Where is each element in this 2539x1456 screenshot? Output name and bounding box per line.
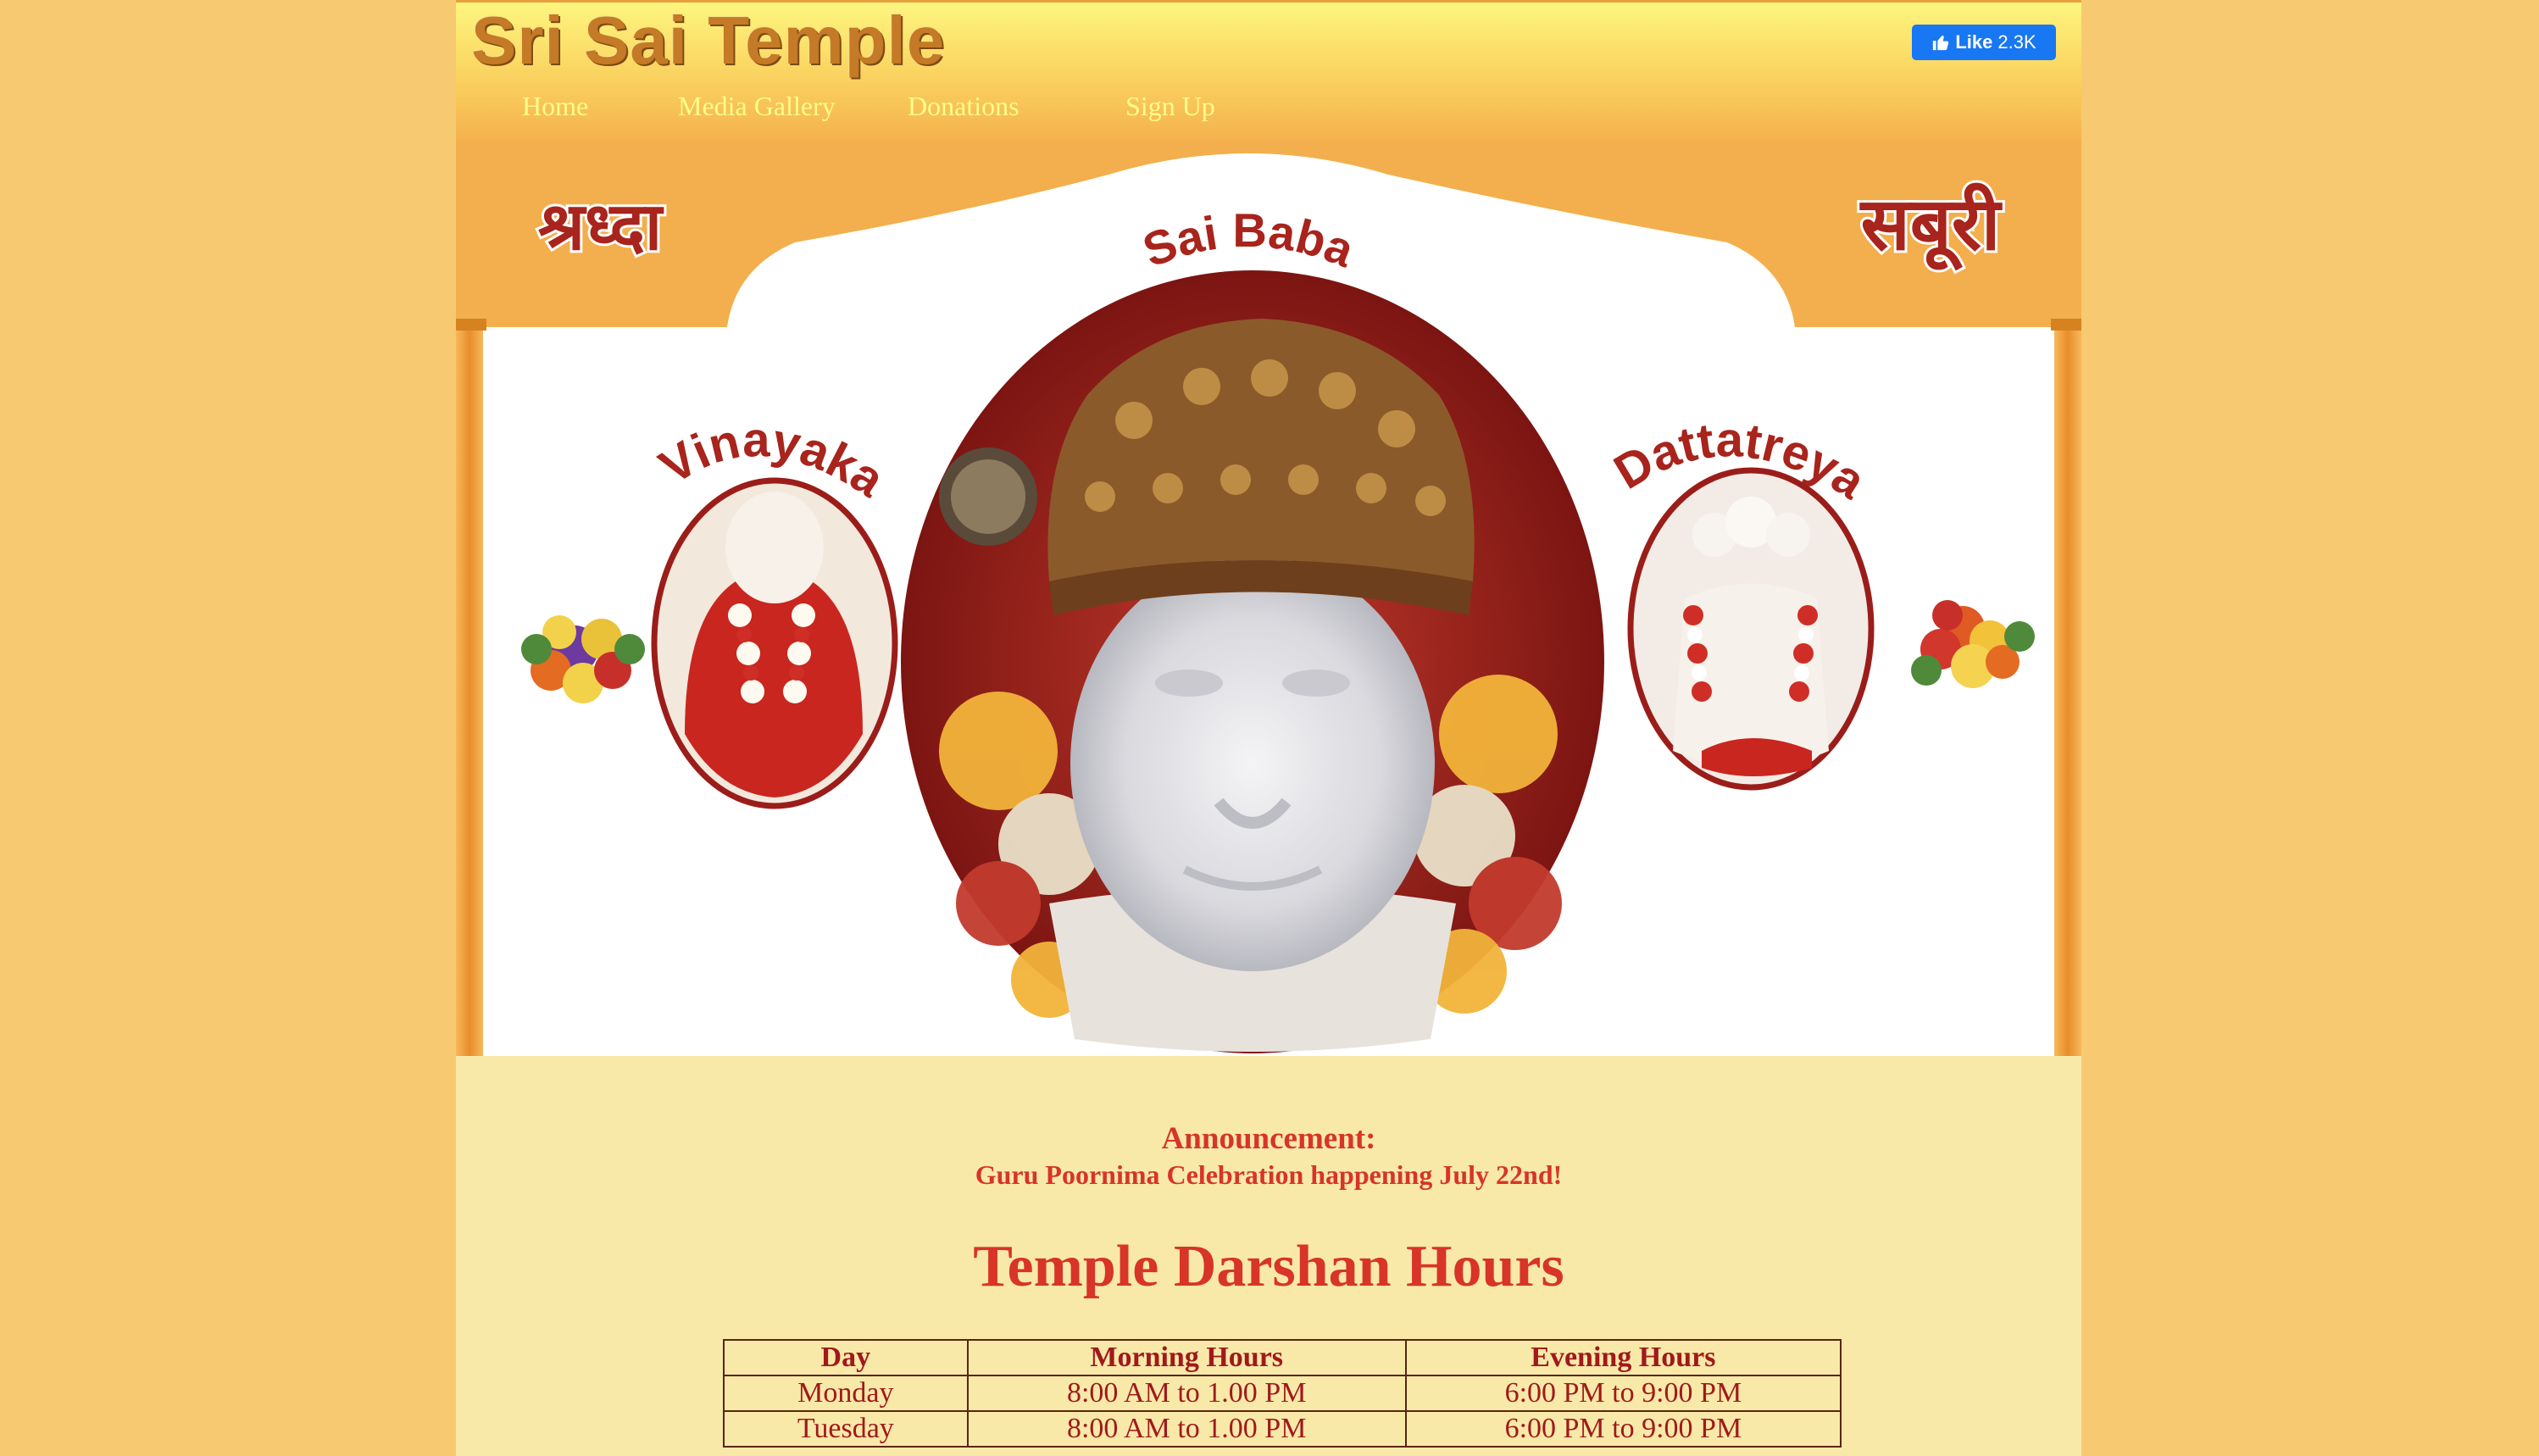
cell-morning: 8:00 AM to 1.00 PM xyxy=(966,1410,1407,1448)
temple-banner: श्रध्दा सबूरी Sai Baba Vinayaka Dattatre… xyxy=(456,141,2081,1056)
banner-word-shraddha: श्रध्दा xyxy=(538,189,664,265)
banner-word-saburi: सबूरी xyxy=(1859,182,2003,271)
announcement-heading: Announcement: xyxy=(1161,1121,1376,1156)
nav-home[interactable]: Home xyxy=(522,84,588,128)
facebook-like-button[interactable]: Like 2.3K xyxy=(1912,25,2056,60)
cell-evening: 6:00 PM to 9:00 PM xyxy=(1404,1375,1842,1412)
darshan-hours-title: Temple Darshan Hours xyxy=(973,1234,1564,1299)
column-header-evening: Evening Hours xyxy=(1404,1339,1842,1376)
nav-donations[interactable]: Donations xyxy=(908,84,1019,128)
site-header: Sri Sai Temple Like 2.3K Home Media Gall… xyxy=(456,0,2081,141)
site-logo[interactable]: Sri Sai Temple xyxy=(471,3,945,79)
announcement-text: Guru Poornima Celebration happening July… xyxy=(975,1159,1563,1190)
table-row: Monday 8:00 AM to 1.00 PM 6:00 PM to 9:0… xyxy=(723,1375,1842,1412)
banner-artwork: श्रध्दा सबूरी Sai Baba Vinayaka Dattatre… xyxy=(456,141,2081,1056)
thumbs-up-icon xyxy=(1933,35,1949,51)
column-header-morning: Morning Hours xyxy=(966,1339,1407,1376)
cell-day: Monday xyxy=(723,1375,969,1412)
nav-media-gallery[interactable]: Media Gallery xyxy=(678,84,836,128)
cell-morning: 8:00 AM to 1.00 PM xyxy=(966,1375,1407,1412)
table-header-row: Day Morning Hours Evening Hours xyxy=(723,1339,1842,1376)
right-pillar xyxy=(2054,327,2081,1056)
facebook-like-label: Like xyxy=(1955,31,1993,53)
vinayaka-image xyxy=(651,477,898,809)
cell-evening: 6:00 PM to 9:00 PM xyxy=(1404,1410,1842,1448)
announcement: Announcement: Guru Poornima Celebration … xyxy=(456,1120,2081,1192)
facebook-like-count: 2.3K xyxy=(1997,31,2036,53)
page-container: Sri Sai Temple Like 2.3K Home Media Gall… xyxy=(456,0,2081,1456)
column-header-day: Day xyxy=(723,1339,969,1376)
sai-baba-image xyxy=(901,270,1604,1053)
nav-sign-up[interactable]: Sign Up xyxy=(1125,84,1215,128)
dattatreya-image xyxy=(1627,467,1875,791)
left-pillar xyxy=(456,327,483,1056)
darshan-hours-table: Day Morning Hours Evening Hours Monday 8… xyxy=(723,1339,1842,1448)
cell-day: Tuesday xyxy=(723,1410,969,1448)
table-row: Tuesday 8:00 AM to 1.00 PM 6:00 PM to 9:… xyxy=(723,1410,1842,1448)
